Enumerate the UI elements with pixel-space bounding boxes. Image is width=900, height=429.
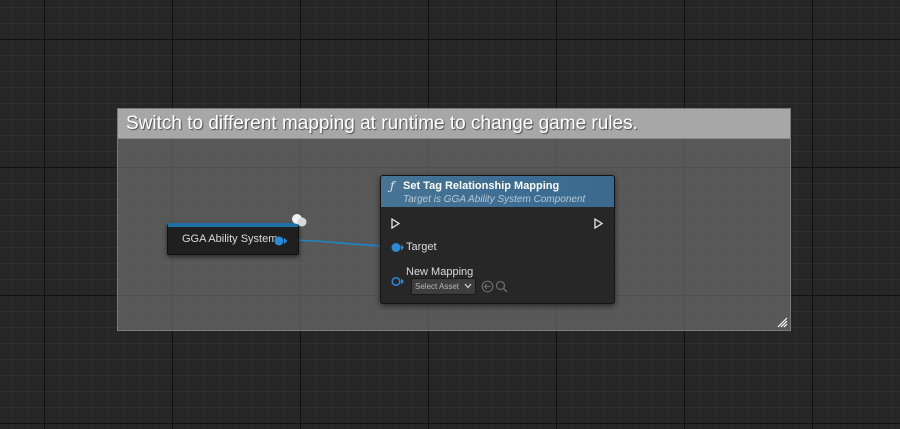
chevron-down-icon bbox=[464, 283, 472, 289]
function-node-subtitle: Target is GGA Ability System Component bbox=[403, 194, 586, 205]
new-mapping-input-pin-icon[interactable] bbox=[391, 276, 405, 287]
variable-node-label: GGA Ability System bbox=[182, 233, 278, 245]
variable-node-gga-ability-system[interactable]: GGA Ability System bbox=[167, 223, 299, 255]
blueprint-graph-canvas[interactable]: Switch to different mapping at runtime t… bbox=[0, 0, 900, 429]
node-highlight-icon bbox=[292, 214, 307, 227]
object-output-pin-icon[interactable] bbox=[274, 236, 288, 246]
target-input-pin-icon[interactable] bbox=[391, 242, 405, 253]
exec-output-pin-icon[interactable] bbox=[594, 218, 604, 229]
function-icon: ƒ bbox=[390, 179, 395, 193]
new-mapping-pin-label: New Mapping bbox=[406, 266, 474, 278]
browse-asset-search-icon[interactable] bbox=[495, 280, 508, 293]
use-selected-asset-icon[interactable] bbox=[481, 280, 494, 293]
function-node-title: Set Tag Relationship Mapping bbox=[403, 180, 560, 192]
select-asset-value: Select Asset bbox=[415, 282, 460, 291]
function-node-set-tag-relationship-mapping[interactable]: ƒ Set Tag Relationship Mapping Target is… bbox=[380, 175, 615, 304]
select-asset-dropdown[interactable]: Select Asset bbox=[411, 278, 476, 295]
function-node-header[interactable]: ƒ Set Tag Relationship Mapping Target is… bbox=[381, 176, 614, 207]
target-pin-label: Target bbox=[406, 241, 437, 253]
exec-input-pin-icon[interactable] bbox=[391, 218, 401, 229]
resize-handle-icon[interactable] bbox=[777, 317, 788, 328]
comment-text[interactable]: Switch to different mapping at runtime t… bbox=[118, 109, 790, 139]
